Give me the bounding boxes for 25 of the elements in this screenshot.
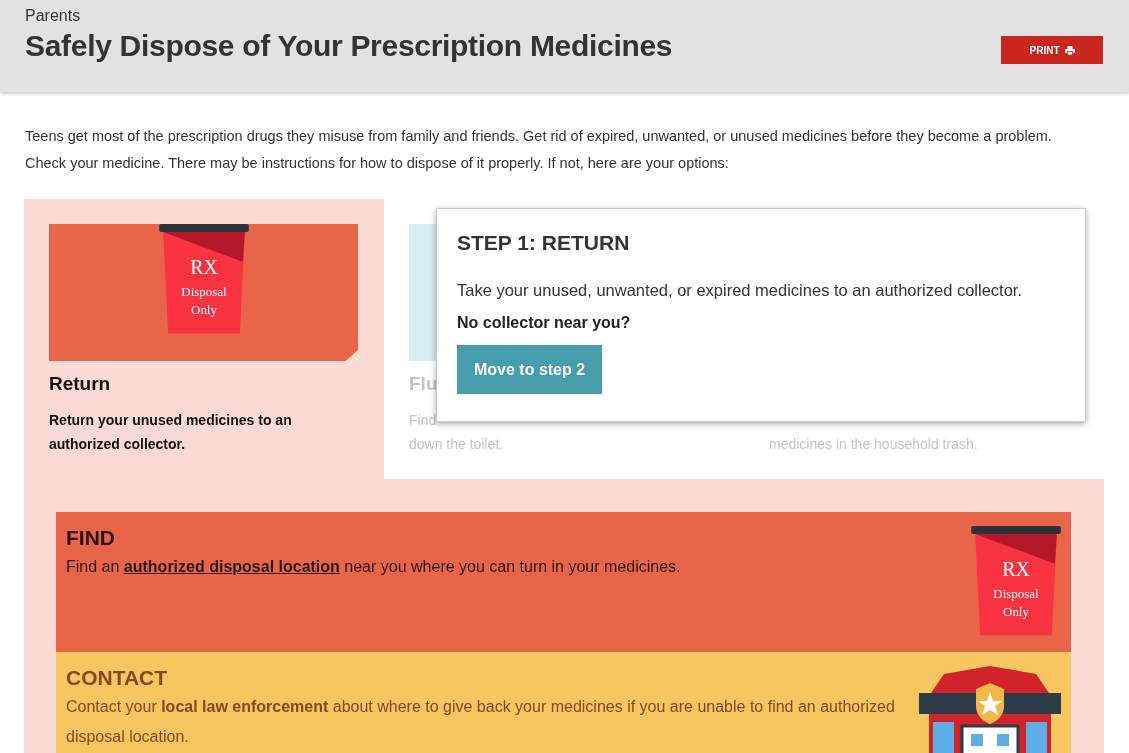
step-heading: FIND <box>66 526 116 550</box>
popup-text: Take your unused, unwanted, or expired medicines to an authorized collector. <box>457 281 1022 300</box>
option-description: down the toilet. <box>409 435 505 454</box>
disposal-bin-drawing: RX Disposal Only <box>158 224 249 336</box>
printer-icon <box>1064 45 1075 55</box>
popup-question: No collector near you? <box>457 314 631 332</box>
popup-title: STEP 1: RETURN <box>457 231 630 255</box>
page-title: Safely Dispose of Your Prescription Medicines <box>25 29 673 63</box>
option-title: Flu <box>409 373 439 396</box>
print-button[interactable]: PRINT <box>1001 36 1103 64</box>
disposal-bin-drawing: RX Disposal Only <box>971 526 1061 638</box>
disposal-location-link[interactable]: authorized disposal location <box>123 558 340 575</box>
breadcrumb[interactable]: Parents <box>25 7 673 25</box>
next-step-button[interactable]: Move to step 2 <box>457 345 603 394</box>
intro-text: Teens get most of the prescription drugs they misuse from family and friends. Get rid of expired, unwanted, or unused medicines before they become a problem. <box>25 127 1053 146</box>
step-heading: CONTACT <box>66 666 169 690</box>
option-description: Find <box>409 411 438 430</box>
option-description: Return your unused medicines to an <box>49 411 293 430</box>
option-description: medicines in the household trash. <box>769 435 979 454</box>
step-text: Contact your local law enforcement about where to give back your medicines if you are unable to find an authorized disposal location. <box>66 697 896 747</box>
intro-text: Check your medicine. There may be instructions for how to dispose of it properly. If not, here are your options: <box>25 154 730 173</box>
option-title: Return <box>49 373 112 396</box>
step-text: Find an authorized disposal location near you where you can turn in your medicines. <box>66 557 681 577</box>
option-description: authorized collector. <box>49 435 187 454</box>
option-card[interactable]: RX Disposal Only Return Return your unused medicines to an authorized collector. <box>24 199 384 479</box>
